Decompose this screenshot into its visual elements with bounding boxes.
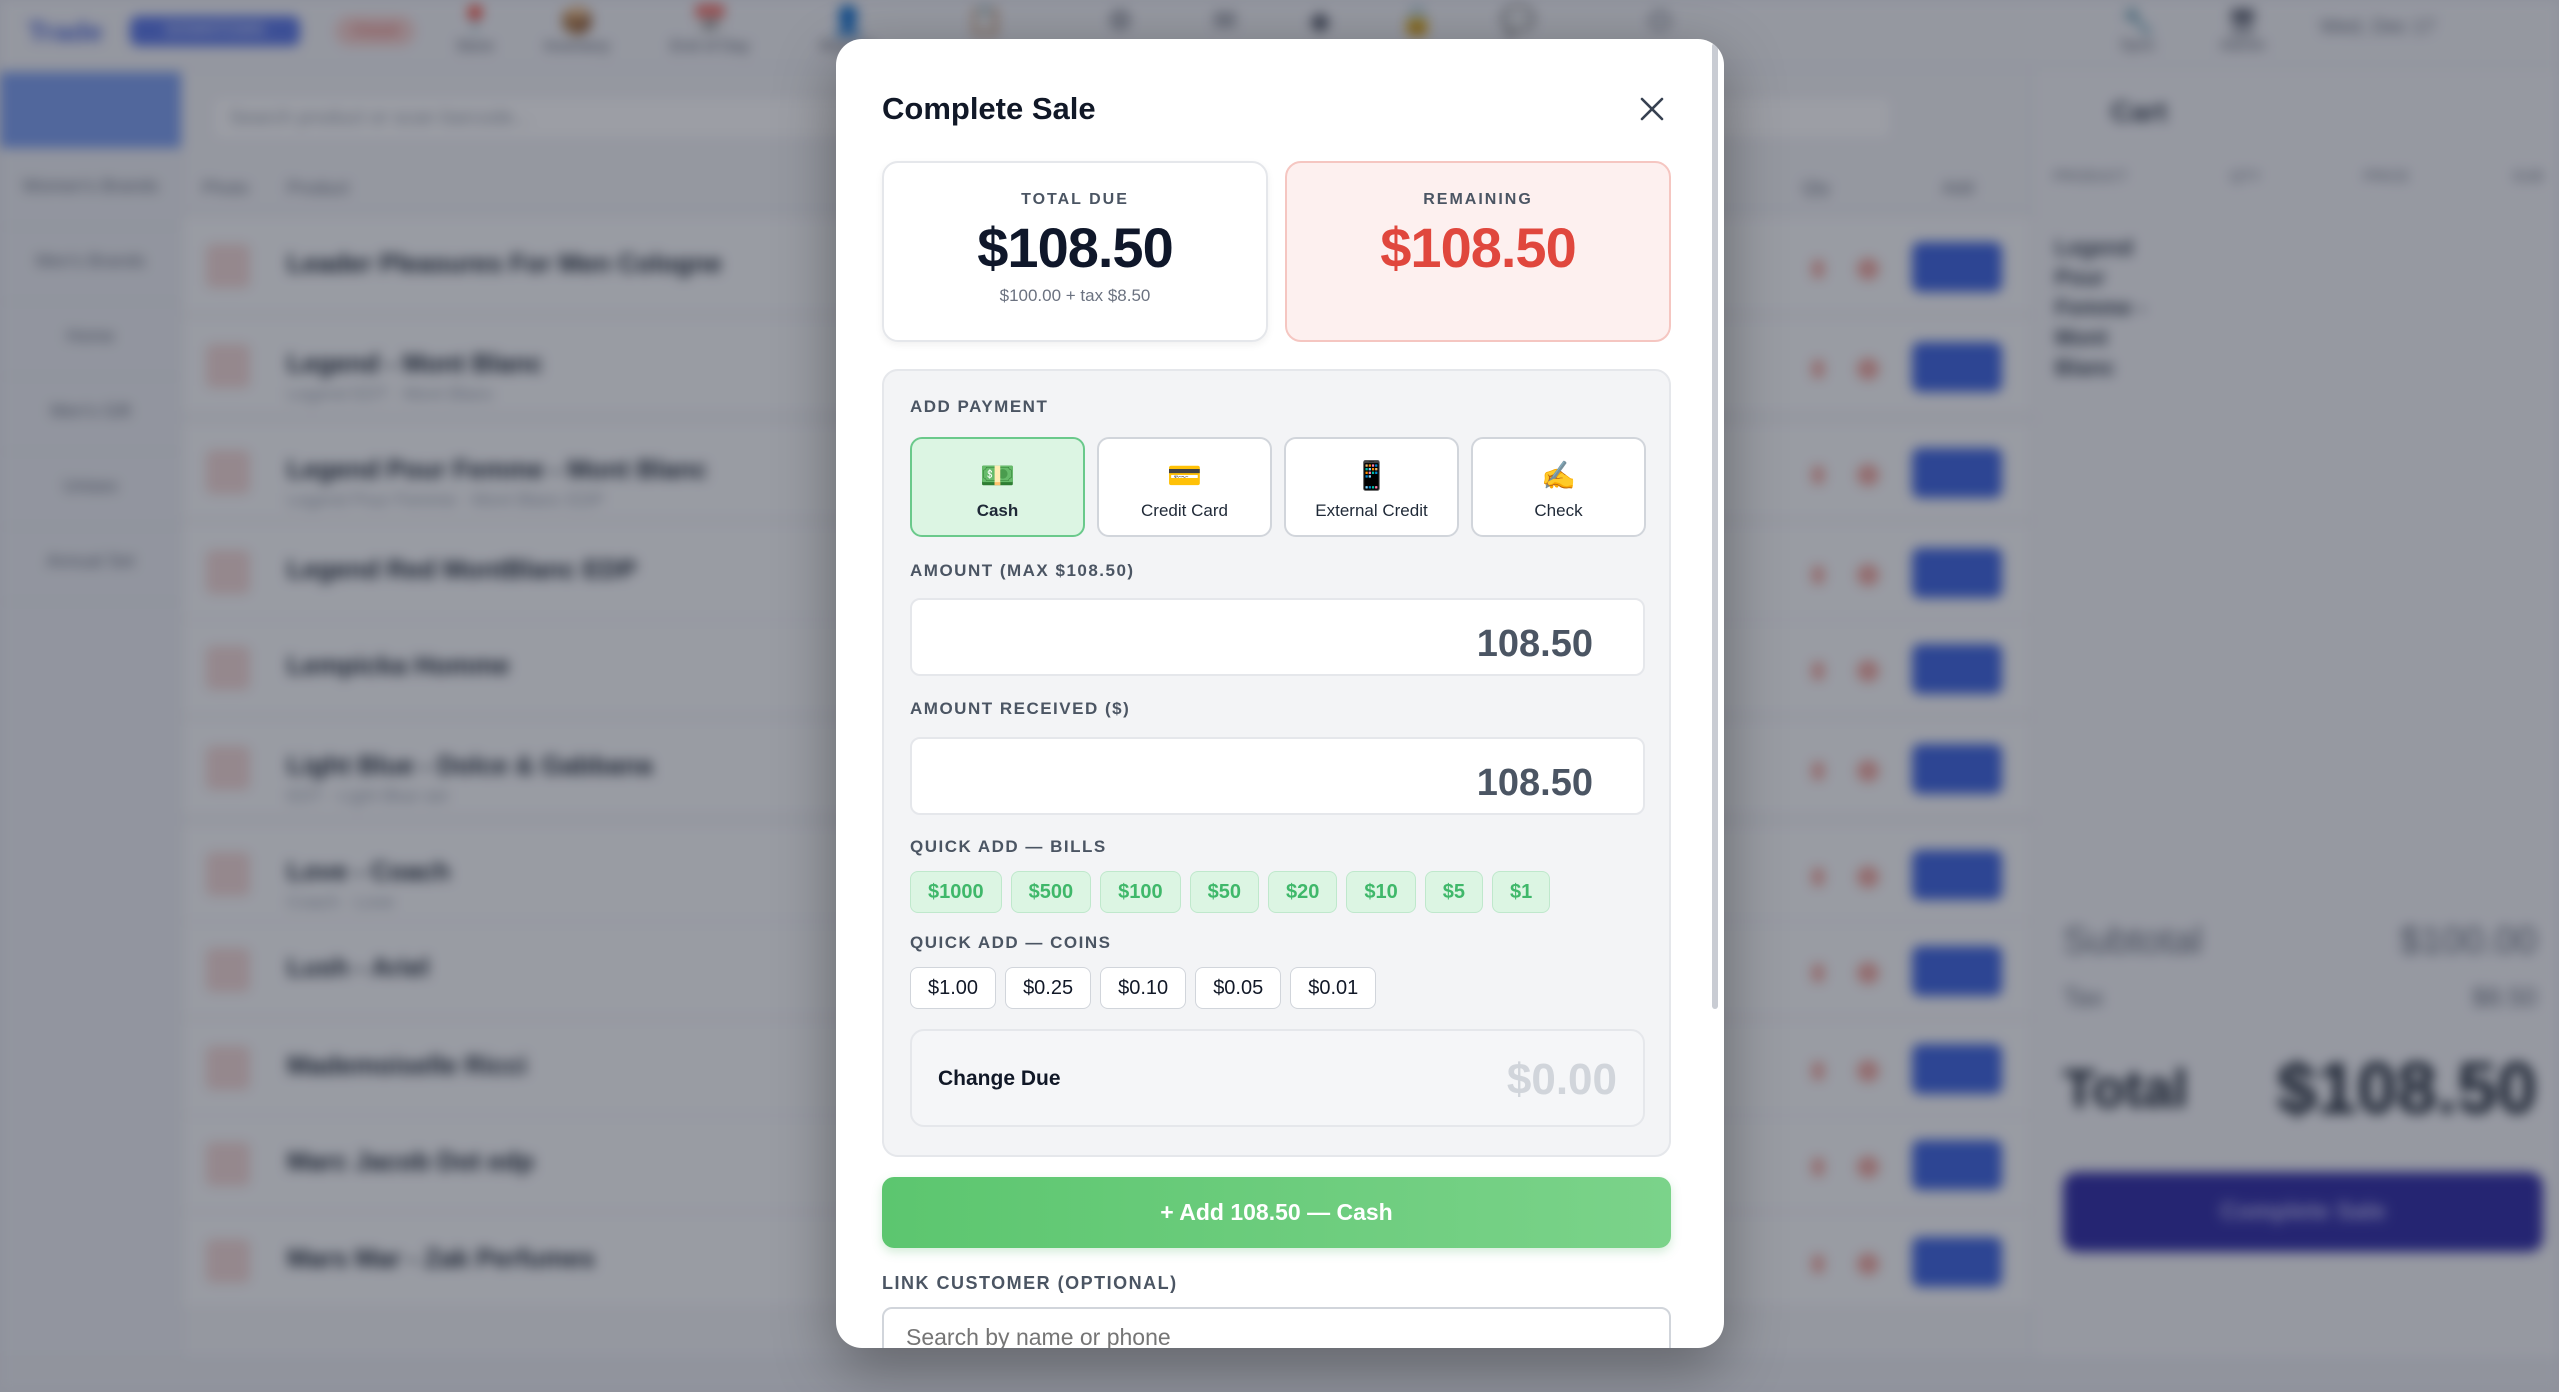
modal-scrollbar[interactable] (1712, 43, 1718, 1009)
change-due-label: Change Due (938, 1067, 1061, 1090)
add-payment-button[interactable]: + Add 108.50 — Cash (882, 1177, 1671, 1248)
quick-add-bill-button[interactable]: $10 (1346, 871, 1416, 913)
calculator-icon: 📱 (1354, 460, 1389, 491)
quick-add-bill-button[interactable]: $100 (1100, 871, 1181, 913)
credit-card-icon: 💳 (1167, 460, 1202, 491)
quick-add-coins: $1.00 $0.25 $0.10 $0.05 $0.01 (910, 967, 1377, 1009)
add-payment-label: ADD PAYMENT (910, 397, 1049, 416)
total-due-amount: $108.50 (977, 216, 1173, 279)
quick-add-coin-button[interactable]: $0.10 (1100, 967, 1187, 1009)
quick-add-coin-button[interactable]: $0.01 (1290, 967, 1377, 1009)
quick-add-bills-label: QUICK ADD — BILLS (910, 837, 1107, 856)
total-due-breakdown: $100.00 + tax $8.50 (999, 286, 1151, 305)
amount-label: AMOUNT (MAX $108.50) (910, 561, 1135, 580)
remaining-label: REMAINING (1423, 191, 1533, 208)
quick-add-bill-button[interactable]: $20 (1268, 871, 1338, 913)
change-due-value: $0.00 (1506, 1055, 1617, 1104)
amount-received-label: AMOUNT RECEIVED ($) (910, 699, 1131, 718)
change-due-box: Change Due $0.00 (910, 1029, 1645, 1127)
complete-sale-modal: Complete Sale TOTAL DUE $108.50 $100.00 … (836, 39, 1724, 1348)
amount-received-input[interactable] (910, 737, 1645, 815)
payment-method-cash[interactable]: 💵 Cash (910, 437, 1085, 537)
remaining-card: REMAINING $108.50 (1285, 161, 1671, 342)
remaining-amount: $108.50 (1380, 216, 1576, 279)
payment-method-external-credit[interactable]: 📱 External Credit (1284, 437, 1459, 537)
payment-method-label: Credit Card (1141, 501, 1228, 520)
link-customer-label: LINK CUSTOMER (OPTIONAL) (882, 1273, 1178, 1293)
quick-add-bill-button[interactable]: $50 (1189, 871, 1259, 913)
customer-search-input[interactable] (882, 1307, 1671, 1348)
payment-method-check[interactable]: ✍️ Check (1471, 437, 1646, 537)
add-payment-panel: ADD PAYMENT 💵 Cash 💳 Credit Card 📱 Exter… (882, 369, 1671, 1157)
payment-method-label: Cash (976, 501, 1019, 520)
quick-add-bill-button[interactable]: $500 (1010, 871, 1092, 913)
close-button[interactable] (1632, 89, 1672, 129)
quick-add-bill-button[interactable]: $1000 (910, 871, 1002, 913)
amount-input[interactable] (910, 598, 1645, 676)
quick-add-bill-button[interactable]: $1 (1492, 871, 1551, 913)
total-due-card: TOTAL DUE $108.50 $100.00 + tax $8.50 (882, 161, 1268, 342)
total-due-label: TOTAL DUE (1021, 191, 1129, 208)
quick-add-coins-label: QUICK ADD — COINS (910, 933, 1112, 952)
payment-method-credit-card[interactable]: 💳 Credit Card (1097, 437, 1272, 537)
quick-add-coin-button[interactable]: $0.05 (1195, 967, 1282, 1009)
quick-add-coin-button[interactable]: $1.00 (910, 967, 997, 1009)
quick-add-bill-button[interactable]: $5 (1424, 871, 1483, 913)
payment-method-label: External Credit (1315, 501, 1428, 520)
payment-method-label: Check (1534, 501, 1583, 520)
signature-icon: ✍️ (1541, 460, 1576, 491)
quick-add-bills: $1000 $500 $100 $50 $20 $10 $5 $1 (910, 871, 1551, 913)
cash-icon: 💵 (980, 460, 1015, 491)
close-icon (1640, 97, 1664, 121)
modal-title: Complete Sale (882, 91, 1096, 126)
quick-add-coin-button[interactable]: $0.25 (1005, 967, 1092, 1009)
